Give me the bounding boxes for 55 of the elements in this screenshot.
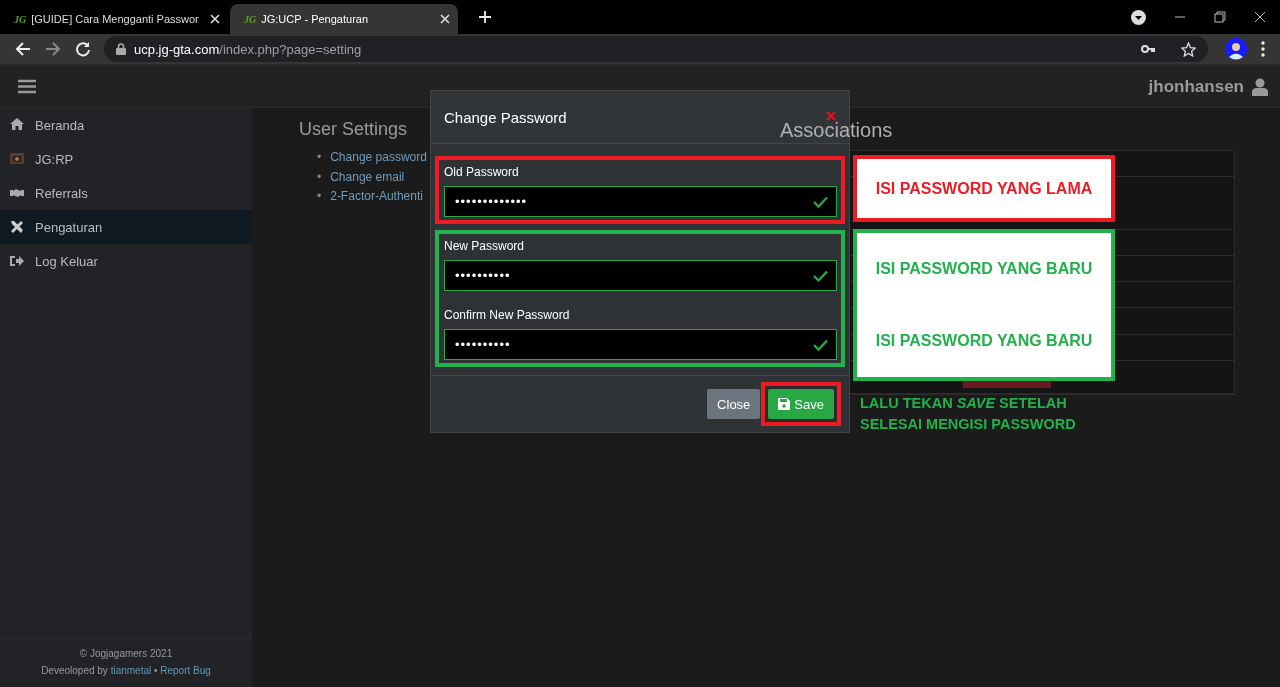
browser-tab[interactable]: JG [GUIDE] Cara Mengganti Passwor: [0, 4, 228, 34]
menu-icon[interactable]: [18, 79, 36, 94]
plus-icon[interactable]: [478, 10, 492, 24]
username[interactable]: jhonhansen: [1148, 76, 1244, 97]
forward-icon[interactable]: [45, 41, 61, 57]
floppy-icon: [778, 398, 791, 410]
close-button[interactable]: Close: [707, 389, 761, 419]
more-icon[interactable]: [1261, 41, 1265, 57]
note-text: ISI PASSWORD YANG BARU: [875, 332, 1093, 350]
bullet: •: [317, 168, 322, 186]
star-icon[interactable]: [1181, 41, 1196, 57]
picture-frame-icon: [9, 151, 25, 167]
sidebar-item[interactable]: Pengaturan: [0, 210, 252, 244]
restore-icon[interactable]: [1214, 11, 1226, 23]
field-label: Old Password: [444, 164, 520, 180]
bullet: •: [317, 188, 322, 205]
note-text: ISI PASSWORD YANG LAMA: [875, 179, 1093, 198]
modal-title: Change Password: [444, 108, 567, 126]
close-icon[interactable]: [1254, 11, 1266, 23]
section-title: Associations: [780, 119, 894, 142]
settings-link[interactable]: Change email: [330, 167, 405, 187]
key-icon[interactable]: [1141, 44, 1155, 54]
sidebar-item[interactable]: Beranda: [0, 108, 252, 142]
password-field[interactable]: •••••••••••••: [444, 186, 837, 217]
tab-favicon: JG: [14, 13, 27, 25]
copyright-text: © Jogjagamers 2021: [78, 647, 174, 661]
back-icon[interactable]: [15, 41, 31, 57]
sidebar-item[interactable]: Referrals: [0, 176, 252, 210]
user-icon[interactable]: [1252, 77, 1268, 96]
author-link[interactable]: tianmetal: [110, 665, 152, 676]
dropdown-icon[interactable]: [1131, 9, 1146, 25]
sidebar-item[interactable]: Log Keluar: [0, 244, 252, 278]
url-host: ucp.jg-gta.com: [134, 41, 220, 57]
instruction-text: LALU TEKAN SAVE SETELAH SELESAI MENGISI PASSWORD: [860, 394, 1077, 434]
logout-icon: [9, 253, 25, 269]
settings-link[interactable]: 2-Factor-Authenti: [330, 187, 423, 207]
settings-link[interactable]: Change password: [330, 148, 427, 168]
browser-tab[interactable]: JG JG:UCP - Pengaturan: [230, 4, 458, 34]
password-field[interactable]: ••••••••••: [444, 260, 837, 291]
tools-icon: [9, 219, 25, 235]
field-label: New Password: [444, 238, 526, 254]
lock-icon: [116, 43, 126, 55]
reload-icon[interactable]: [75, 41, 91, 57]
home-icon: [9, 117, 25, 133]
url-path: /index.php?page=setting: [219, 41, 362, 57]
field-label: Confirm New Password: [444, 307, 571, 323]
sidebar-item[interactable]: JG:RP: [0, 142, 252, 176]
tab-favicon: JG: [244, 13, 257, 25]
credit-text: Deveoloped by tianmetal • Report Bug: [40, 664, 212, 678]
bullet: •: [317, 149, 322, 166]
password-field[interactable]: ••••••••••: [444, 329, 837, 360]
address-bar[interactable]: ucp.jg-gta.com/index.php?page=setting: [104, 36, 1208, 62]
note-text: ISI PASSWORD YANG BARU: [875, 260, 1093, 278]
report-bug-link[interactable]: Report Bug: [160, 665, 211, 676]
avatar-icon[interactable]: [1225, 38, 1247, 60]
